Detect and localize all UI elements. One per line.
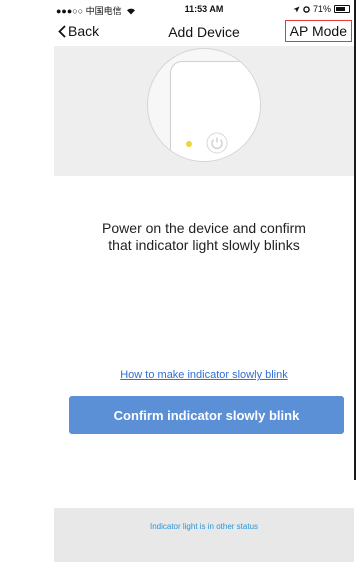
phone-screen: ●●●○○ 中国电信 11:53 AM 71% Back Add Device … xyxy=(54,0,356,480)
device-illustration xyxy=(54,46,354,176)
indicator-light-icon xyxy=(186,141,192,147)
instruction-line-1: Power on the device and confirm xyxy=(102,220,306,236)
power-icon xyxy=(206,132,228,154)
navigation-bar: Back Add Device AP Mode xyxy=(54,20,354,44)
help-blink-link[interactable]: How to make indicator slowly blink xyxy=(54,369,354,381)
status-bar: ●●●○○ 中国电信 11:53 AM 71% xyxy=(54,0,354,20)
battery-percent: 71% xyxy=(312,4,331,14)
status-right: 71% xyxy=(293,4,350,14)
bottom-sheet: Indicator light is in other status xyxy=(54,508,354,562)
instruction-line-2: that indicator light slowly blinks xyxy=(108,237,300,253)
ap-mode-button[interactable]: AP Mode xyxy=(284,20,352,42)
location-arrow-icon xyxy=(293,6,300,12)
confirm-blink-button[interactable]: Confirm indicator slowly blink xyxy=(69,396,344,434)
alarm-icon xyxy=(303,5,310,13)
other-status-link[interactable]: Indicator light is in other status xyxy=(150,522,258,531)
instruction-text: Power on the device and confirm that ind… xyxy=(64,220,344,254)
illustration-circle xyxy=(147,48,261,162)
battery-icon xyxy=(334,5,350,13)
